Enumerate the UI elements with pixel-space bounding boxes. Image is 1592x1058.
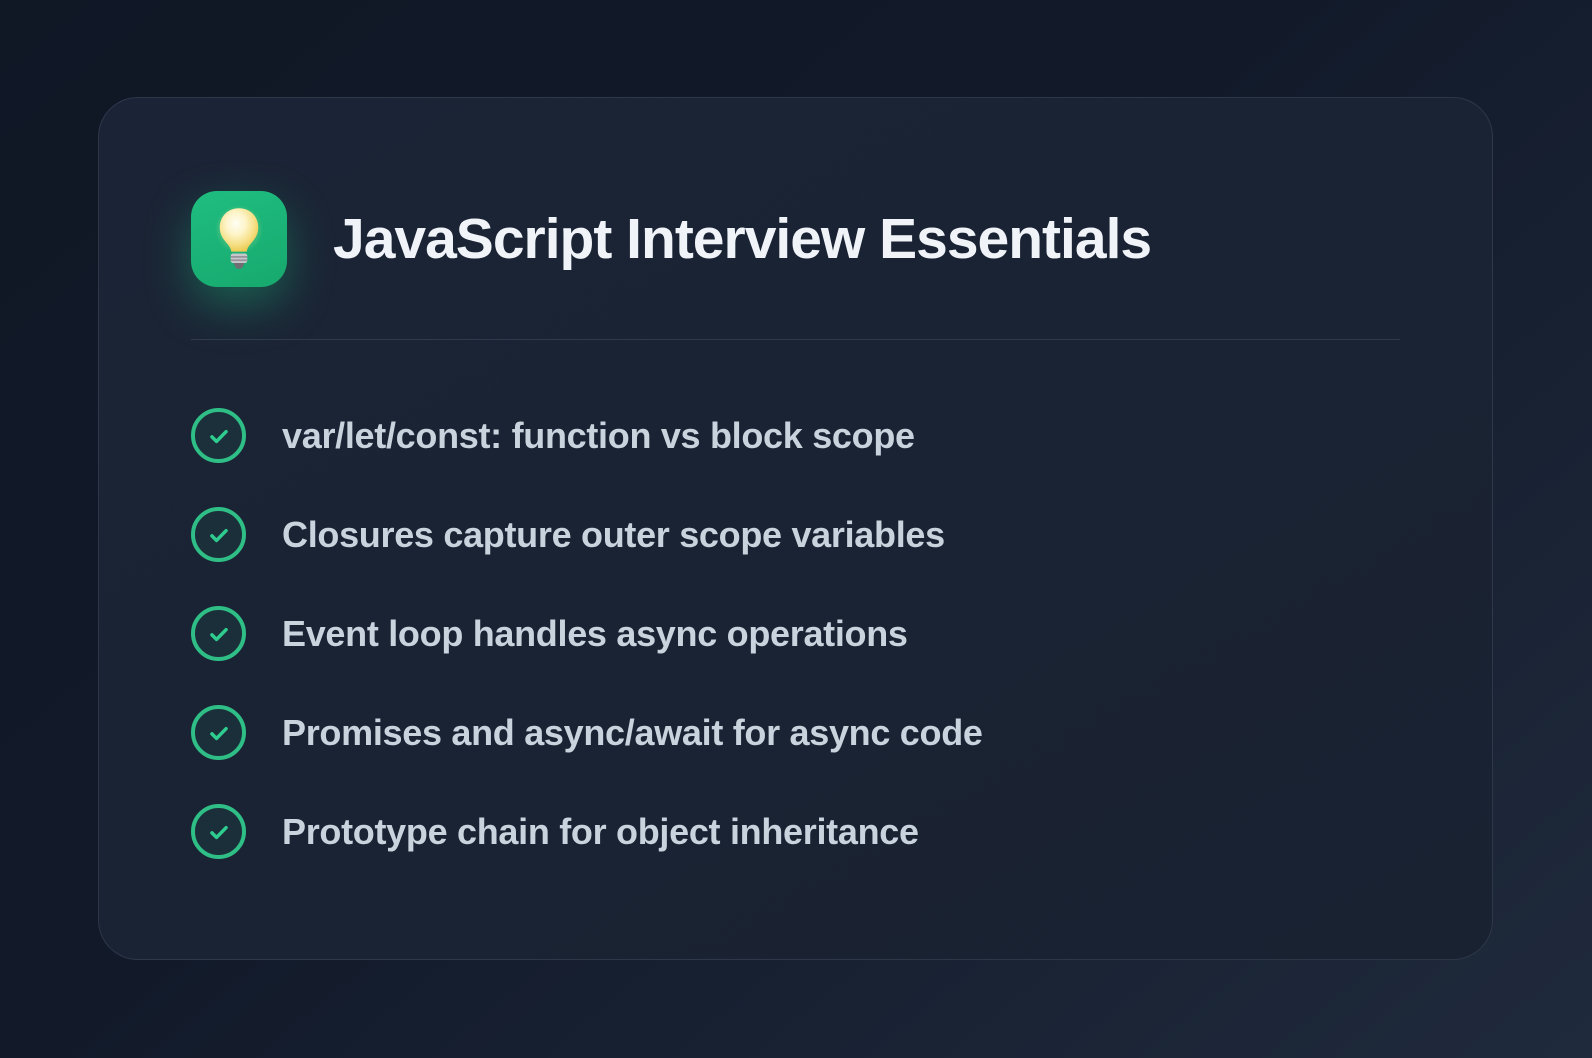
checklist-item: var/let/const: function vs block scope: [191, 408, 1400, 463]
checklist-item: Prototype chain for object inheritance: [191, 804, 1400, 859]
checklist-item-label: Closures capture outer scope variables: [282, 513, 945, 555]
page-title: JavaScript Interview Essentials: [333, 206, 1152, 271]
check-circle-icon: [191, 408, 246, 463]
checklist-item-label: Event loop handles async operations: [282, 612, 908, 654]
check-circle-icon: [191, 507, 246, 562]
checklist-item-label: Prototype chain for object inheritance: [282, 810, 919, 852]
content-card: JavaScript Interview Essentials var/let/…: [98, 97, 1493, 960]
checklist-item: Event loop handles async operations: [191, 606, 1400, 661]
checklist: var/let/const: function vs block scope C…: [191, 408, 1400, 859]
check-circle-icon: [191, 606, 246, 661]
card-header: JavaScript Interview Essentials: [191, 191, 1400, 287]
checklist-item: Closures capture outer scope variables: [191, 507, 1400, 562]
header-divider: [191, 339, 1400, 340]
checklist-item-label: var/let/const: function vs block scope: [282, 414, 915, 456]
check-circle-icon: [191, 804, 246, 859]
check-circle-icon: [191, 705, 246, 760]
checklist-item-label: Promises and async/await for async code: [282, 711, 983, 753]
checklist-item: Promises and async/await for async code: [191, 705, 1400, 760]
lightbulb-icon: [191, 191, 287, 287]
